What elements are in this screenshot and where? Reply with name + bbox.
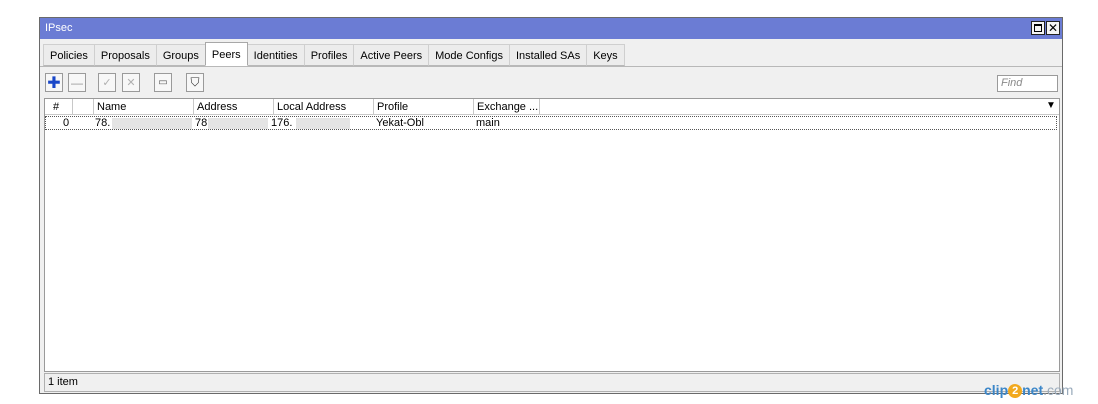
tab-identities[interactable]: Identities [246, 44, 305, 66]
cell-exchange: main [476, 117, 500, 129]
column-header-name[interactable]: Name [94, 99, 194, 115]
filter-button[interactable]: ⛉ [186, 73, 204, 92]
maximize-button[interactable] [1031, 21, 1045, 35]
table-header: # Name Address Local Address Profile Exc… [45, 99, 1059, 115]
check-icon: ✓ [102, 77, 112, 89]
find-input[interactable]: Find [997, 75, 1058, 92]
table-row[interactable]: 0 78. 78. 176. Yekat-Obl main [45, 116, 1057, 130]
tab-groups[interactable]: Groups [155, 44, 206, 66]
column-header-exchange[interactable]: Exchange ... [474, 99, 540, 115]
redacted-mask [112, 118, 192, 129]
dropdown-arrow-icon[interactable]: ▼ [1046, 100, 1056, 111]
peers-table: # Name Address Local Address Profile Exc… [44, 98, 1060, 372]
ipsec-window: IPsec ✕ Policies Proposals Groups Peers … [39, 17, 1063, 394]
tab-profiles[interactable]: Profiles [303, 44, 355, 66]
disable-button[interactable]: ✕ [122, 73, 140, 92]
redacted-mask [208, 118, 268, 129]
column-header-flags[interactable] [73, 99, 94, 115]
comment-button[interactable]: ▭ [154, 73, 172, 92]
window-title: IPsec [45, 22, 73, 34]
add-button[interactable]: ✚ [45, 73, 63, 92]
cell-name: 78. [95, 117, 111, 129]
tab-active-peers[interactable]: Active Peers [353, 44, 430, 66]
cell-profile: Yekat-Obl [376, 117, 424, 129]
filter-icon: ⛉ [190, 75, 200, 89]
column-header-number[interactable]: # [45, 99, 73, 115]
tab-keys[interactable]: Keys [586, 44, 625, 66]
enable-button[interactable]: ✓ [98, 73, 116, 92]
column-header-profile[interactable]: Profile [374, 99, 474, 115]
tab-mode-configs[interactable]: Mode Configs [428, 44, 510, 66]
redacted-mask [296, 118, 350, 129]
tab-installed-sas[interactable]: Installed SAs [509, 44, 588, 66]
cell-local-address: 176. [271, 117, 293, 129]
close-icon: ✕ [1047, 21, 1059, 35]
tab-policies[interactable]: Policies [43, 44, 95, 66]
status-bar: 1 item [44, 373, 1060, 392]
tab-bar: Policies Proposals Groups Peers Identiti… [43, 42, 625, 66]
watermark-logo: clip 2 net.com [984, 382, 1074, 398]
plus-icon: ✚ [47, 74, 61, 92]
close-button[interactable]: ✕ [1046, 21, 1060, 35]
remove-button[interactable]: — [68, 73, 86, 92]
column-header-local-address[interactable]: Local Address [274, 99, 374, 115]
tab-proposals[interactable]: Proposals [93, 44, 157, 66]
column-header-address[interactable]: Address [194, 99, 274, 115]
cross-icon: ✕ [126, 77, 136, 89]
cell-number: 0 [63, 117, 70, 129]
tab-divider [40, 66, 1062, 67]
comment-icon: ▭ [158, 77, 168, 88]
maximize-icon [1034, 24, 1042, 32]
tab-peers[interactable]: Peers [204, 42, 248, 66]
window-titlebar[interactable]: IPsec ✕ [40, 18, 1062, 39]
minus-icon: — [71, 75, 83, 90]
